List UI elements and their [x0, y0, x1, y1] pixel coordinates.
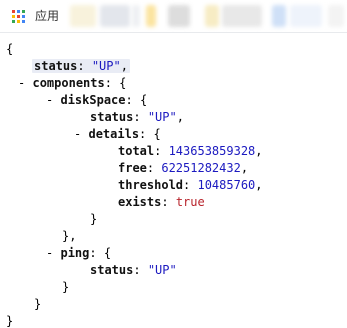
apps-label[interactable]: 应用	[35, 8, 59, 24]
json-boolean-value: true	[175, 195, 205, 209]
collapse-toggle[interactable]: -	[74, 127, 81, 141]
json-number-value: 62251282432	[161, 161, 241, 175]
json-key: status	[90, 263, 134, 277]
json-line-exists: exists: true	[118, 195, 205, 209]
collapse-toggle[interactable]: -	[46, 93, 53, 107]
bookmark-item[interactable]	[70, 5, 96, 27]
json-line-diskspace-status: status: "UP",	[90, 110, 184, 124]
bookmark-item[interactable]	[328, 5, 344, 27]
bookmark-item[interactable]	[290, 5, 322, 27]
json-line-components: - components: {	[18, 76, 127, 90]
json-root-open: {	[6, 42, 14, 56]
json-line-free: free: 62251282432,	[118, 161, 249, 175]
json-number-value: 143653859328	[168, 144, 256, 158]
json-key: free	[118, 161, 147, 175]
json-components-close: }	[34, 297, 42, 311]
bookmark-item[interactable]	[272, 5, 286, 27]
json-key: threshold	[118, 178, 184, 192]
json-key: details	[88, 127, 140, 141]
json-string-value: "UP"	[147, 110, 177, 124]
json-string-value: "UP"	[147, 263, 177, 277]
collapse-toggle[interactable]: -	[46, 246, 53, 260]
json-details-close: }	[90, 212, 98, 226]
json-line-status: status: "UP",	[32, 59, 130, 73]
json-line-ping-status: status: "UP"	[90, 263, 177, 277]
json-line-details: - details: {	[74, 127, 161, 141]
json-line-total: total: 143653859328,	[118, 144, 263, 158]
json-string-value: "UP"	[91, 59, 121, 73]
json-root-close: }	[6, 314, 14, 328]
collapse-toggle[interactable]: -	[18, 76, 25, 90]
json-number-value: 10485760	[197, 178, 256, 192]
json-key: components	[32, 76, 105, 90]
bookmark-item[interactable]	[132, 5, 140, 27]
bookmark-item[interactable]	[222, 5, 262, 27]
bookmark-item[interactable]	[205, 5, 219, 27]
json-line-ping: - ping: {	[46, 246, 112, 260]
bookmark-item[interactable]	[100, 5, 130, 27]
apps-grid-icon[interactable]	[12, 10, 25, 23]
json-diskspace-close: },	[62, 229, 77, 243]
json-key: total	[118, 144, 155, 158]
json-key: exists	[118, 195, 162, 209]
json-line-diskspace: - diskSpace: {	[46, 93, 148, 107]
bookmark-item[interactable]	[146, 5, 156, 27]
json-key: status	[34, 59, 78, 73]
json-key: status	[90, 110, 134, 124]
bookmark-item[interactable]	[168, 5, 190, 27]
bookmarks-bar: 应用	[0, 0, 347, 33]
json-key: diskSpace	[60, 93, 126, 107]
json-ping-close: }	[62, 280, 70, 294]
json-key: ping	[60, 246, 90, 260]
json-line-threshold: threshold: 10485760,	[118, 178, 263, 192]
